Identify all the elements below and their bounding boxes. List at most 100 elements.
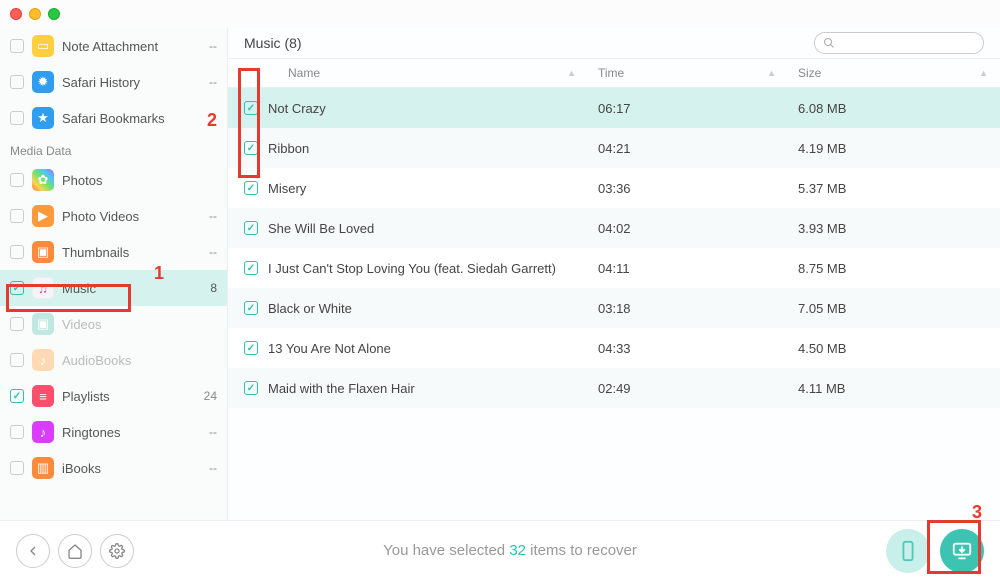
cell-name: Ribbon <box>268 141 588 156</box>
cell-time: 03:18 <box>588 301 788 316</box>
recover-to-computer-button[interactable] <box>940 529 984 573</box>
sidebar-checkbox[interactable] <box>10 111 24 125</box>
sidebar-item-label: Ringtones <box>62 425 209 440</box>
sidebar-item-count: -- <box>209 245 217 259</box>
cell-name: 13 You Are Not Alone <box>268 341 588 356</box>
gear-icon <box>109 543 125 559</box>
back-button[interactable] <box>16 534 50 568</box>
column-header-name[interactable]: Name▲ <box>228 66 588 80</box>
sidebar-item-label: AudioBooks <box>62 353 217 368</box>
row-checkbox[interactable] <box>244 261 258 275</box>
sidebar-checkbox[interactable] <box>10 245 24 259</box>
sidebar-item-label: Videos <box>62 317 217 332</box>
sidebar-checkbox[interactable] <box>10 461 24 475</box>
minimize-window-button[interactable] <box>29 8 41 20</box>
thumb-icon: ▣ <box>32 241 54 263</box>
row-checkbox[interactable] <box>244 181 258 195</box>
sidebar-item[interactable]: ≡Playlists24 <box>0 378 227 414</box>
home-icon <box>67 543 83 559</box>
cell-size: 4.19 MB <box>788 141 1000 156</box>
sidebar-item[interactable]: ♫ Music8 <box>0 270 227 306</box>
sidebar-item[interactable]: ▶Photo Videos-- <box>0 198 227 234</box>
home-button[interactable] <box>58 534 92 568</box>
row-checkbox[interactable] <box>244 301 258 315</box>
sidebar-checkbox[interactable] <box>10 173 24 187</box>
sidebar-checkbox[interactable] <box>10 425 24 439</box>
sidebar-checkbox[interactable] <box>10 353 24 367</box>
table-row[interactable]: Black or White03:187.05 MB <box>228 288 1000 328</box>
sidebar-item-count: -- <box>209 39 217 53</box>
sidebar-item[interactable]: ★ Safari Bookmarks <box>0 100 227 136</box>
sidebar-item-count: -- <box>209 461 217 475</box>
sidebar-item-count: 8 <box>210 281 217 295</box>
cell-time: 03:36 <box>588 181 788 196</box>
cell-name: She Will Be Loved <box>268 221 588 236</box>
sidebar-item[interactable]: ▥iBooks-- <box>0 450 227 486</box>
sidebar-item[interactable]: ✿Photos <box>0 162 227 198</box>
cell-time: 04:02 <box>588 221 788 236</box>
sidebar-checkbox[interactable] <box>10 281 24 295</box>
cell-size: 5.37 MB <box>788 181 1000 196</box>
sidebar-item-count: 24 <box>204 389 217 403</box>
table-row[interactable]: 13 You Are Not Alone04:334.50 MB <box>228 328 1000 368</box>
status-text: You have selected 32 items to recover <box>134 542 886 559</box>
settings-button[interactable] <box>100 534 134 568</box>
close-window-button[interactable] <box>10 8 22 20</box>
cell-time: 06:17 <box>588 101 788 116</box>
cell-size: 8.75 MB <box>788 261 1000 276</box>
cell-size: 6.08 MB <box>788 101 1000 116</box>
column-header-size[interactable]: Size▲ <box>788 66 1000 80</box>
sidebar-checkbox[interactable] <box>10 39 24 53</box>
sidebar-checkbox[interactable] <box>10 389 24 403</box>
note-icon: ▭ <box>32 35 54 57</box>
device-icon <box>897 540 919 562</box>
cell-size: 7.05 MB <box>788 301 1000 316</box>
cell-size: 4.11 MB <box>788 381 1000 396</box>
sort-caret-icon: ▲ <box>979 68 988 78</box>
cell-time: 04:21 <box>588 141 788 156</box>
cell-time: 02:49 <box>588 381 788 396</box>
table-row[interactable]: Not Crazy06:176.08 MB <box>228 88 1000 128</box>
sidebar-item-label: Photos <box>62 173 217 188</box>
row-checkbox[interactable] <box>244 221 258 235</box>
sidebar-checkbox[interactable] <box>10 75 24 89</box>
sidebar-item-label: Music <box>62 281 210 296</box>
cell-name: Misery <box>268 181 588 196</box>
window-titlebar <box>0 0 1000 28</box>
sidebar-item[interactable]: ✹Safari History-- <box>0 64 227 100</box>
cell-name: Not Crazy <box>268 101 588 116</box>
table-row[interactable]: Misery03:365.37 MB <box>228 168 1000 208</box>
row-checkbox[interactable] <box>244 341 258 355</box>
audio-icon: ♪ <box>32 349 54 371</box>
cell-time: 04:33 <box>588 341 788 356</box>
sidebar-item[interactable]: ♪Ringtones-- <box>0 414 227 450</box>
row-checkbox[interactable] <box>244 141 258 155</box>
arrow-left-icon <box>25 543 41 559</box>
main-panel: Music (8) Name▲ Time▲ Size▲ Not Crazy06:… <box>228 28 1000 548</box>
footer: You have selected 32 items to recover <box>0 520 1000 580</box>
search-input[interactable] <box>814 32 984 54</box>
table-row[interactable]: Maid with the Flaxen Hair02:494.11 MB <box>228 368 1000 408</box>
safari-icon: ★ <box>32 107 54 129</box>
zoom-window-button[interactable] <box>48 8 60 20</box>
sidebar-item[interactable]: ▣ Thumbnails-- <box>0 234 227 270</box>
table-row[interactable]: I Just Can't Stop Loving You (feat. Sied… <box>228 248 1000 288</box>
sidebar-checkbox[interactable] <box>10 317 24 331</box>
safari-icon: ✹ <box>32 71 54 93</box>
table-body: Not Crazy06:176.08 MBRibbon04:214.19 MBM… <box>228 88 1000 548</box>
column-header-time[interactable]: Time▲ <box>588 66 788 80</box>
sidebar-item-label: Thumbnails <box>62 245 209 260</box>
sidebar-item-label: Playlists <box>62 389 204 404</box>
sidebar: ▭Note Attachment--✹Safari History-- ★ Safa… <box>0 28 228 548</box>
table-row[interactable]: Ribbon04:214.19 MB <box>228 128 1000 168</box>
sidebar-item-count: -- <box>209 425 217 439</box>
sidebar-item[interactable]: ▭Note Attachment-- <box>0 28 227 64</box>
recover-to-device-button[interactable] <box>886 529 930 573</box>
music-icon: ♫ <box>32 277 54 299</box>
sidebar-checkbox[interactable] <box>10 209 24 223</box>
row-checkbox[interactable] <box>244 101 258 115</box>
sidebar-item-label: Safari Bookmarks <box>62 111 217 126</box>
pvideo-icon: ▶ <box>32 205 54 227</box>
table-row[interactable]: She Will Be Loved04:023.93 MB <box>228 208 1000 248</box>
row-checkbox[interactable] <box>244 381 258 395</box>
